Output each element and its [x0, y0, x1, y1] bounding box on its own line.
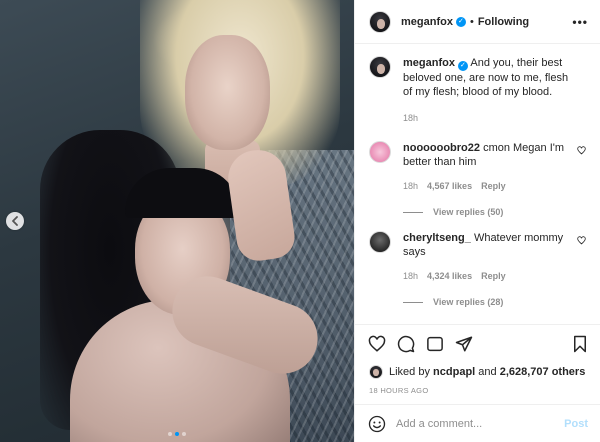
comment-likes[interactable]: 4,567 likes [427, 179, 472, 193]
comment-reply-button[interactable]: Reply [481, 269, 506, 283]
comment-time[interactable]: 18h [403, 269, 418, 283]
author-username[interactable]: meganfox [401, 16, 453, 28]
post-photo[interactable] [0, 0, 354, 442]
header-separator: • [469, 15, 474, 28]
chevron-left-icon [12, 216, 18, 226]
post-timestamp[interactable]: 18 HOURS AGO [355, 382, 600, 404]
likes-conjunction: and [478, 366, 497, 378]
author-avatar[interactable] [369, 10, 391, 33]
likes-summary: Liked by ncdpapl and 2,628,707 others [355, 362, 600, 382]
like-heart-icon[interactable] [368, 335, 386, 353]
liker-avatar[interactable] [369, 365, 383, 379]
replies-line [403, 211, 423, 213]
bookmark-icon[interactable] [572, 335, 588, 353]
caption-meta: 18h [403, 111, 570, 125]
add-comment-input[interactable] [396, 417, 565, 430]
view-replies-button[interactable]: View replies (28) [403, 297, 586, 307]
commenter-avatar[interactable] [369, 141, 391, 163]
caption-body: meganfox ✓ And you, their best beloved on… [403, 56, 586, 125]
comment-like-heart-icon[interactable] [577, 146, 586, 155]
caption-row: meganfox ✓ And you, their best beloved on… [369, 56, 586, 125]
comment-row: cherylt­seng_ Whatever mommy says 18h 4,… [369, 231, 586, 283]
post-side-panel: meganfox ✓ • Following ••• meganfox ✓ And… [354, 0, 600, 442]
more-options-icon[interactable]: ••• [572, 15, 588, 29]
following-button[interactable]: Following [478, 16, 529, 28]
view-replies-label: View replies (50) [433, 207, 504, 217]
carousel-dot [182, 432, 186, 436]
comment-body: noooooobro22 cmon Megan I'm better than … [403, 141, 586, 193]
comment-meta: 18h 4,567 likes Reply [403, 179, 570, 193]
replies-line [403, 301, 423, 303]
view-replies-label: View replies (28) [433, 297, 504, 307]
liker-username[interactable]: ncdpapl [433, 366, 475, 378]
carousel-prev-button[interactable] [6, 212, 24, 230]
send-paper-plane-icon[interactable] [455, 335, 473, 353]
carousel-dot-active [175, 432, 179, 436]
view-replies-button[interactable]: View replies (50) [403, 207, 586, 217]
add-comment-bar: Post [355, 404, 600, 442]
instagram-post: meganfox ✓ • Following ••• meganfox ✓ And… [0, 0, 600, 442]
emoji-smiley-icon[interactable] [368, 415, 386, 433]
comment-username[interactable]: noooooobro22 [403, 142, 480, 154]
carousel-dots [0, 432, 354, 436]
likes-prefix: Liked by [389, 366, 430, 378]
carousel-dot [168, 432, 172, 436]
verified-badge-icon: ✓ [457, 61, 468, 71]
comment-row: noooooobro22 cmon Megan I'm better than … [369, 141, 586, 193]
post-header: meganfox ✓ • Following ••• [355, 0, 600, 44]
comment-reply-button[interactable]: Reply [481, 179, 506, 193]
likes-count[interactable]: 2,628,707 others [500, 366, 586, 378]
caption-time[interactable]: 18h [403, 111, 418, 125]
comment-likes[interactable]: 4,324 likes [427, 269, 472, 283]
caption-avatar[interactable] [369, 56, 391, 78]
comment-like-heart-icon[interactable] [577, 236, 586, 245]
verified-badge-icon: ✓ [455, 16, 466, 27]
comment-body: cherylt­seng_ Whatever mommy says 18h 4,… [403, 231, 586, 283]
comment-meta: 18h 4,324 likes Reply [403, 269, 570, 283]
comments-section: meganfox ✓ And you, their best beloved on… [355, 44, 600, 324]
commenter-avatar[interactable] [369, 231, 391, 253]
caption-username[interactable]: meganfox [403, 57, 455, 69]
action-bar [355, 324, 600, 362]
comment-username[interactable]: cherylt­seng_ [403, 232, 471, 244]
comment-bubble-icon[interactable] [397, 335, 415, 353]
igtv-share-icon[interactable] [426, 335, 444, 353]
photo-face-man [185, 35, 270, 150]
comment-time[interactable]: 18h [403, 179, 418, 193]
post-comment-button[interactable]: Post [564, 418, 588, 430]
